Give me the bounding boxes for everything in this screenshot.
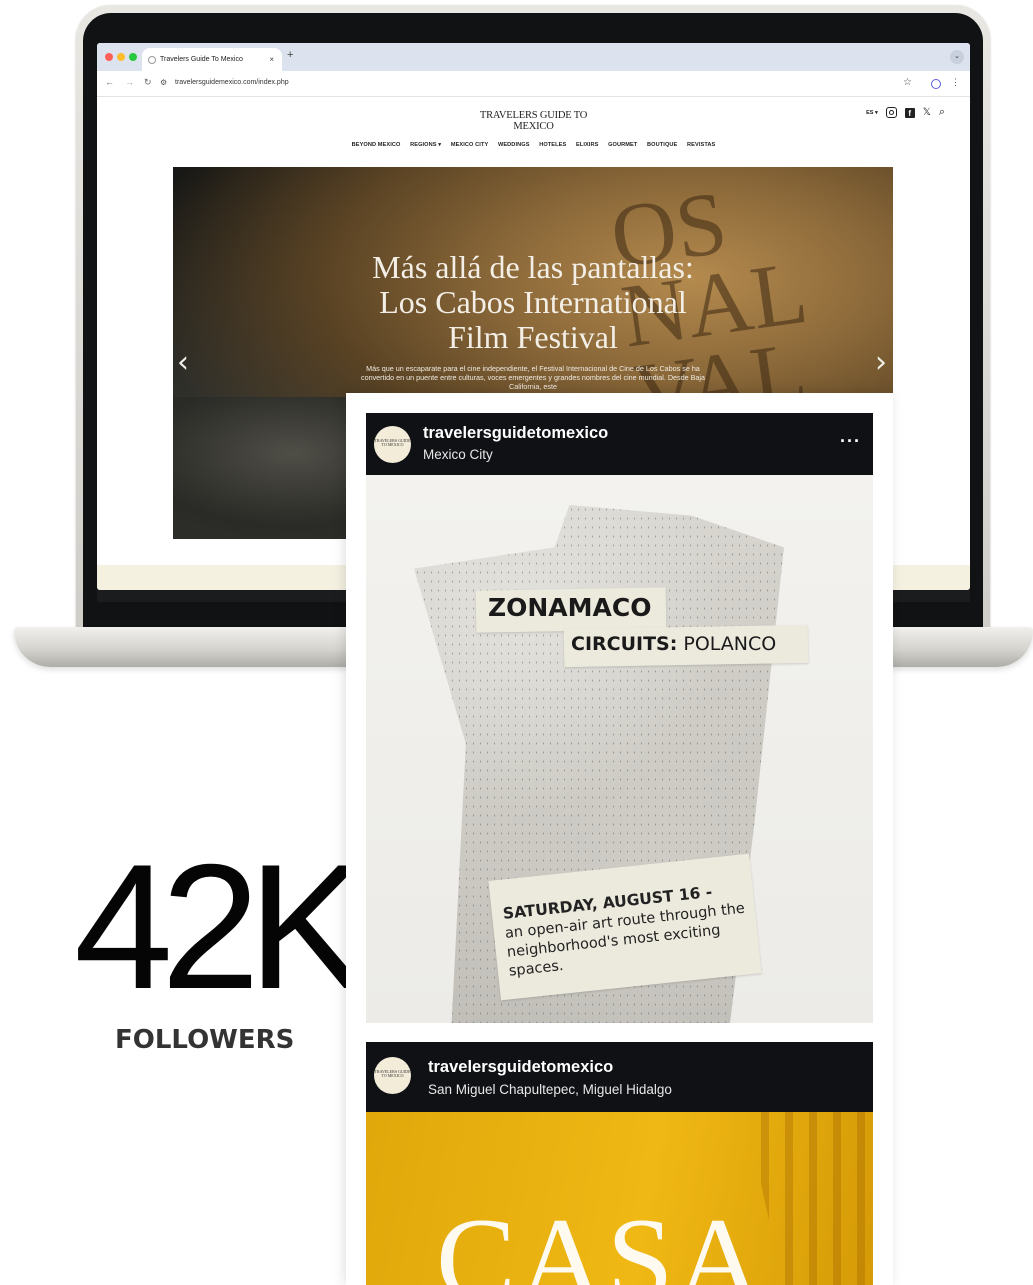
- image-title: CASA: [436, 1193, 765, 1285]
- search-icon[interactable]: ⌕: [939, 106, 945, 119]
- reload-icon[interactable]: ↻: [144, 77, 152, 88]
- followers-label: FOLLOWERS: [115, 1025, 295, 1055]
- hero-title: Más allá de las pantallas: Los Cabos Int…: [313, 250, 753, 355]
- address-bar: ← → ↻ ⚙ travelersguidemexico.com/index.p…: [97, 71, 970, 97]
- image-subtitle: CIRCUITS: POLANCO: [571, 633, 776, 655]
- hero-title-line3: Film Festival: [448, 319, 618, 355]
- instagram-icon[interactable]: [885, 107, 897, 118]
- close-window-icon[interactable]: [105, 53, 113, 61]
- slider-next-icon[interactable]: ›: [875, 345, 887, 380]
- hero-title-line2: Los Cabos International: [379, 284, 687, 320]
- back-icon[interactable]: ←: [105, 77, 114, 87]
- maximize-window-icon[interactable]: [129, 53, 137, 61]
- language-selector[interactable]: ES ▾: [866, 110, 878, 116]
- bookmark-star-icon[interactable]: ☆: [903, 77, 912, 88]
- site-info-icon[interactable]: ⚙: [160, 78, 167, 87]
- avatar[interactable]: TRAVELERS GUIDE TO MEXICO: [374, 1057, 411, 1094]
- nav-mexico-city[interactable]: MEXICO CITY: [451, 142, 488, 148]
- browser-tab[interactable]: Travelers Guide To Mexico ×: [142, 48, 282, 71]
- profile-icon[interactable]: [931, 79, 941, 89]
- post-header: TRAVELERS GUIDE TO MEXICO travelersguide…: [366, 413, 873, 475]
- tab-search-icon[interactable]: ⌄: [950, 50, 964, 64]
- post-username[interactable]: travelersguidetomexico: [428, 1058, 613, 1077]
- nav-regions[interactable]: REGIONS ▾: [410, 142, 441, 148]
- image-title: ZONAMACO: [488, 593, 652, 622]
- followers-count: 42K: [74, 827, 367, 1026]
- tab-close-icon[interactable]: ×: [269, 48, 274, 71]
- favicon-icon: [148, 56, 156, 64]
- post-header: TRAVELERS GUIDE TO MEXICO travelersguide…: [366, 1042, 873, 1112]
- post-username[interactable]: travelersguidetomexico: [423, 424, 608, 443]
- more-options-icon[interactable]: ···: [840, 431, 861, 452]
- new-tab-button[interactable]: +: [287, 49, 293, 61]
- nav-weddings[interactable]: WEDDINGS: [498, 142, 530, 148]
- tab-title: Travelers Guide To Mexico: [160, 56, 243, 63]
- x-icon[interactable]: 𝕏: [923, 107, 931, 118]
- instagram-feed: TRAVELERS GUIDE TO MEXICO travelersguide…: [346, 393, 893, 1285]
- site-tools: ES ▾ f 𝕏 ⌕: [866, 106, 945, 119]
- nav-hoteles[interactable]: HOTELES: [539, 142, 566, 148]
- browser-tabbar: Travelers Guide To Mexico × + ⌄: [97, 43, 970, 71]
- hero-title-line1: Más allá de las pantallas:: [372, 249, 694, 285]
- nav-revistas[interactable]: REVISTAS: [687, 142, 715, 148]
- site-logo-line1: TRAVELERS GUIDE TO: [479, 110, 588, 121]
- nav-elixirs[interactable]: ELIXIRS: [576, 142, 598, 148]
- post-location[interactable]: San Miguel Chapultepec, Miguel Hidalgo: [428, 1082, 672, 1097]
- slider-prev-icon[interactable]: ‹: [177, 345, 189, 380]
- image-subtitle-rest: POLANCO: [677, 633, 777, 655]
- forward-icon[interactable]: →: [125, 77, 134, 87]
- minimize-window-icon[interactable]: [117, 53, 125, 61]
- image-subtitle-bold: CIRCUITS:: [571, 633, 678, 655]
- post-location[interactable]: Mexico City: [423, 447, 493, 462]
- site-nav: BEYOND MEXICO REGIONS ▾ MEXICO CITY WEDD…: [97, 142, 970, 148]
- facebook-icon[interactable]: f: [904, 107, 915, 118]
- post-image[interactable]: ZONAMACO CIRCUITS: POLANCO SATURDAY, AUG…: [366, 475, 873, 1023]
- hero-subtitle: Más que un escaparate para el cine indep…: [360, 364, 705, 391]
- nav-boutique[interactable]: BOUTIQUE: [647, 142, 677, 148]
- site-logo[interactable]: TRAVELERS GUIDE TO MEXICO: [447, 110, 620, 132]
- avatar[interactable]: TRAVELERS GUIDE TO MEXICO: [374, 426, 411, 463]
- site-logo-line2: MEXICO: [513, 121, 554, 132]
- nav-beyond-mexico[interactable]: BEYOND MEXICO: [352, 142, 401, 148]
- url-field[interactable]: travelersguidemexico.com/index.php: [175, 79, 289, 86]
- nav-gourmet[interactable]: GOURMET: [608, 142, 637, 148]
- post-image[interactable]: CASA: [366, 1112, 873, 1285]
- browser-menu-icon[interactable]: ⋮: [951, 77, 960, 88]
